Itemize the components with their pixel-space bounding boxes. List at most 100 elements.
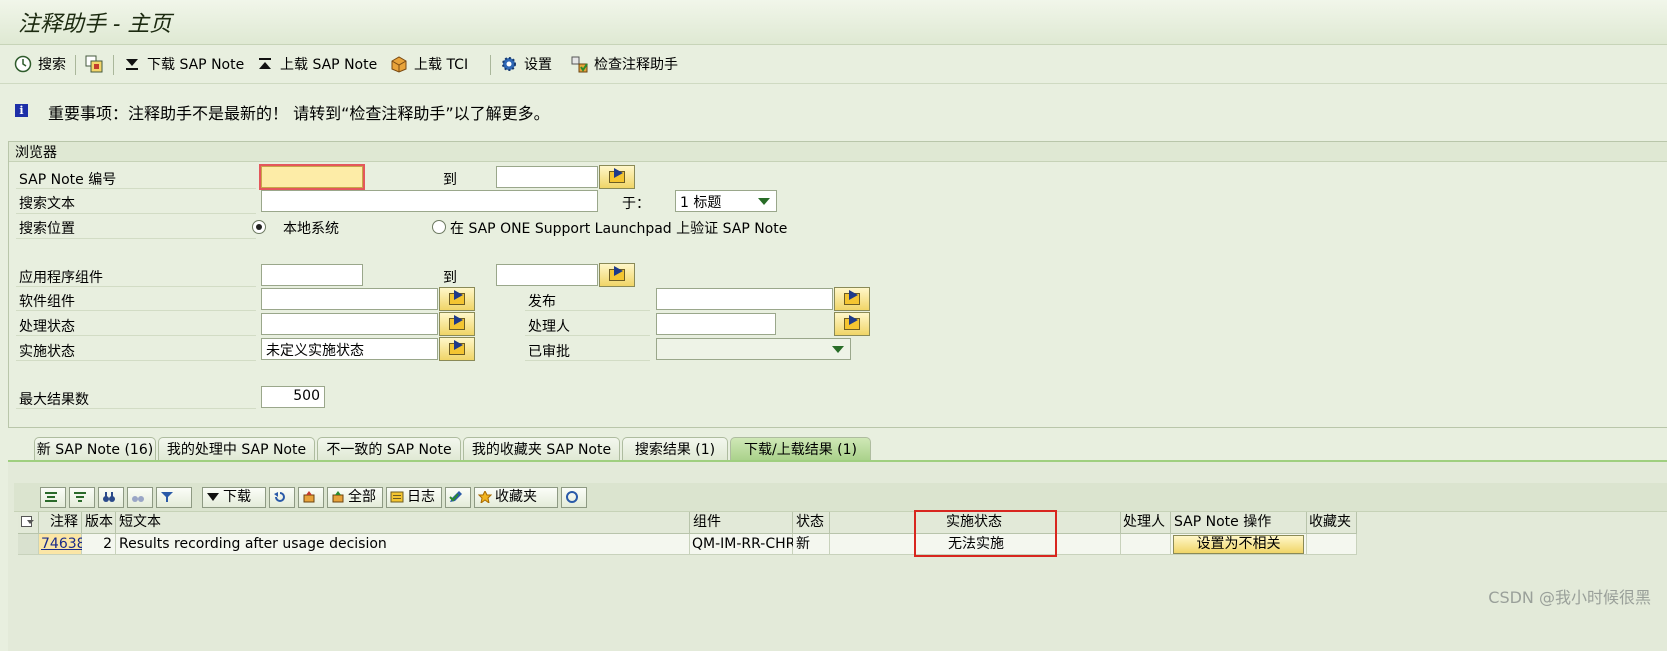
launchpad-radio[interactable]: [432, 220, 446, 234]
multiple-selection-button[interactable]: [599, 165, 635, 189]
column-header-favorites[interactable]: 收藏夹: [1307, 512, 1357, 534]
search-label: 搜索: [38, 57, 66, 73]
edit-button[interactable]: [445, 487, 471, 508]
search-button[interactable]: 搜索: [14, 52, 66, 76]
row-selector[interactable]: [18, 534, 39, 555]
search-in-dropdown[interactable]: 1 标题: [675, 190, 777, 212]
chevron-down-icon: [832, 346, 844, 353]
toolbar-separator: [490, 55, 491, 75]
download-menu-label: 下载: [223, 489, 251, 505]
table-cell-status: 新: [793, 534, 830, 555]
in-label: 于：: [622, 196, 650, 212]
tab-new-notes[interactable]: 新 SAP Note (16): [34, 437, 156, 461]
toolbar-separator: [75, 55, 76, 75]
software-component-label: 软件组件: [19, 294, 75, 310]
check-assistant-label: 检查注释助手: [594, 57, 678, 73]
table-cell-version: 2: [82, 534, 116, 555]
gear-icon: [500, 55, 518, 73]
select-all-rows-icon[interactable]: [18, 512, 39, 534]
refresh-button[interactable]: [269, 487, 295, 508]
toolbar-separator: [113, 55, 114, 75]
window-title: 注释助手 - 主页: [18, 12, 172, 37]
column-header-component[interactable]: 组件: [690, 512, 793, 534]
multiple-selection-button[interactable]: [599, 263, 635, 287]
column-header-note-action[interactable]: SAP Note 操作: [1171, 512, 1307, 534]
upload-sap-note-button[interactable]: 上载 SAP Note: [256, 52, 377, 76]
column-header-short-text[interactable]: 短文本: [116, 512, 690, 534]
table-cell-note-action: 设置为不相关: [1171, 534, 1307, 555]
download-menu-button[interactable]: 下载: [202, 487, 266, 508]
pencil-check-icon: [449, 491, 462, 502]
tab-download-upload-results[interactable]: 下载/上载结果 (1): [730, 437, 871, 461]
sap-note-number-label: SAP Note 编号: [19, 172, 117, 188]
app-component-to-input[interactable]: [496, 264, 598, 286]
tab-inconsistent[interactable]: 不一致的 SAP Note: [317, 437, 461, 461]
upload-tci-button[interactable]: 上载 TCI: [390, 52, 468, 76]
column-header-blank[interactable]: [830, 512, 915, 534]
multiple-selection-button[interactable]: [439, 287, 475, 311]
multiple-selection-button[interactable]: [834, 287, 870, 311]
column-header-version[interactable]: 版本: [82, 512, 116, 534]
release-label: 发布: [528, 294, 556, 310]
download-sap-note-button[interactable]: 下载 SAP Note: [123, 52, 244, 76]
sort-descending-button[interactable]: [69, 487, 95, 508]
multiple-selection-button[interactable]: [439, 337, 475, 361]
local-system-label: 本地系统: [283, 221, 339, 237]
log-button[interactable]: 日志: [386, 487, 442, 508]
software-component-input[interactable]: [261, 288, 438, 310]
find-button[interactable]: [98, 487, 124, 508]
search-clock-icon: [14, 55, 32, 73]
application-toolbar: 搜索 下载 SAP Note 上载 SAP Note 上载 TCI 设置 检查注…: [0, 45, 1667, 84]
check-tools-icon: [570, 55, 588, 73]
tab-search-results[interactable]: 搜索结果 (1): [622, 437, 728, 461]
find-next-button[interactable]: [127, 487, 153, 508]
max-results-input[interactable]: 500: [261, 386, 325, 408]
table-cell-note[interactable]: 74638: [39, 534, 86, 555]
tab-my-processing[interactable]: 我的处理中 SAP Note: [158, 437, 315, 461]
browser-header: [9, 142, 1667, 162]
copy-button[interactable]: [85, 52, 103, 76]
select-all-label: 全部: [348, 489, 376, 505]
binoculars-icon: [103, 492, 115, 502]
sap-note-number-to-input[interactable]: [496, 166, 598, 188]
search-in-value: 1 标题: [680, 195, 722, 211]
app-component-from-input[interactable]: [261, 264, 363, 286]
multiple-selection-button[interactable]: [834, 312, 870, 336]
local-system-radio[interactable]: [252, 220, 266, 234]
approved-label: 已审批: [528, 344, 570, 360]
upload-label: 上载 SAP Note: [280, 57, 378, 73]
table-cell-short-text: Results recording after usage decision: [116, 534, 690, 555]
check-assistant-button[interactable]: 检查注释助手: [570, 52, 678, 76]
processor-label: 处理人: [528, 319, 570, 335]
upload-selected-button[interactable]: [298, 487, 324, 508]
column-header-processor[interactable]: 处理人: [1121, 512, 1171, 534]
refresh-list-button[interactable]: [561, 487, 587, 508]
row-divider: [16, 238, 256, 239]
sort-ascending-button[interactable]: [40, 487, 66, 508]
sap-note-number-from-input[interactable]: [261, 166, 363, 188]
favorites-menu-button[interactable]: 收藏夹: [474, 487, 558, 508]
column-header-status[interactable]: 状态: [793, 512, 830, 534]
copy-icon: [85, 55, 103, 73]
note-link[interactable]: 74638: [41, 536, 86, 552]
processor-input[interactable]: [656, 313, 776, 335]
search-text-input[interactable]: [261, 190, 598, 212]
sort-ascending-icon: [45, 492, 57, 502]
release-input[interactable]: [656, 288, 833, 310]
processing-status-input[interactable]: [261, 313, 438, 335]
column-header-note[interactable]: 注释: [39, 512, 82, 534]
settings-button[interactable]: 设置: [500, 52, 552, 76]
multiple-selection-button[interactable]: [439, 312, 475, 336]
filter-button[interactable]: [156, 487, 192, 508]
package-upload-icon: [303, 491, 315, 503]
search-location-label: 搜索位置: [19, 221, 75, 237]
select-all-button[interactable]: 全部: [327, 487, 383, 508]
set-not-relevant-button[interactable]: 设置为不相关: [1173, 535, 1304, 554]
download-icon: [123, 55, 141, 73]
impl-status-label: 实施状态: [19, 344, 75, 360]
table-cell-component: QM-IM-RR-CHR: [690, 534, 795, 555]
impl-status-input[interactable]: 未定义实施状态: [261, 338, 438, 360]
tab-my-favorites[interactable]: 我的收藏夹 SAP Note: [463, 437, 620, 461]
app-component-label: 应用程序组件: [19, 270, 103, 286]
approved-dropdown[interactable]: [656, 338, 851, 360]
